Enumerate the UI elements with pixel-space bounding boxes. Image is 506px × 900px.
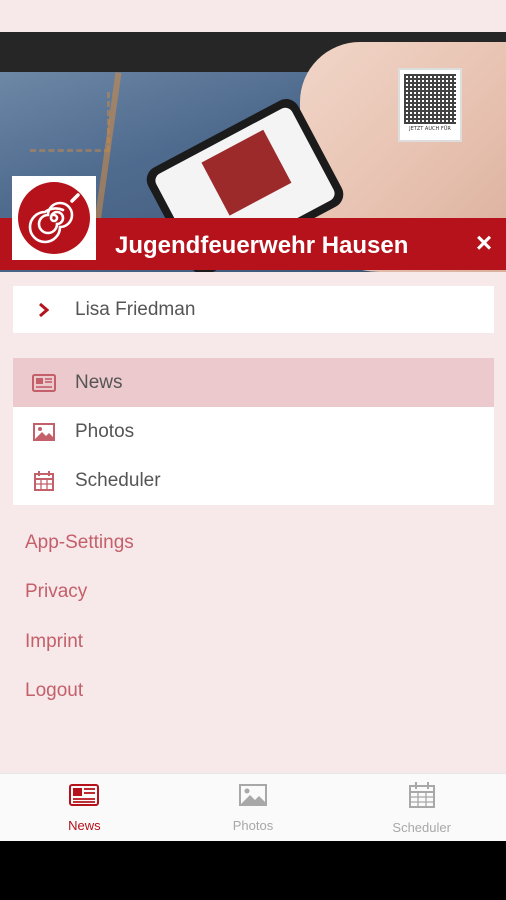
calendar-icon — [408, 781, 436, 814]
privacy-link[interactable]: Privacy — [25, 579, 134, 628]
tab-label: News — [68, 817, 101, 833]
qr-code-sticker: JETZT AUCH FÜR — [398, 68, 462, 142]
tab-photos[interactable]: Photos — [169, 774, 338, 841]
fire-hose-logo-icon — [18, 182, 90, 254]
tab-news[interactable]: News — [0, 774, 169, 841]
imprint-link[interactable]: Imprint — [25, 629, 134, 678]
hero-pocket — [30, 92, 110, 152]
qr-code-icon — [404, 74, 456, 124]
newspaper-icon — [13, 373, 75, 393]
nav-item-news[interactable]: News — [13, 358, 494, 407]
app-settings-link[interactable]: App-Settings — [25, 530, 134, 579]
nav-item-label: Scheduler — [75, 469, 161, 491]
secondary-links: App-Settings Privacy Imprint Logout — [25, 530, 134, 727]
nav-item-label: News — [75, 371, 123, 393]
nav-item-photos[interactable]: Photos — [13, 407, 494, 456]
nav-item-label: Photos — [75, 420, 135, 442]
user-name: Lisa Friedman — [75, 298, 196, 320]
user-profile-row[interactable]: Lisa Friedman — [13, 286, 494, 333]
app-logo — [12, 176, 96, 260]
nav-item-scheduler[interactable]: Scheduler — [13, 456, 494, 505]
tab-label: Photos — [232, 817, 274, 833]
logout-link[interactable]: Logout — [25, 678, 134, 727]
qr-caption: JETZT AUCH FÜR — [409, 126, 451, 132]
close-icon: × — [475, 227, 493, 258]
bottom-tab-bar: News Photos Scheduler — [0, 773, 506, 841]
image-icon — [13, 422, 75, 442]
tab-label: Scheduler — [392, 819, 451, 835]
newspaper-icon — [68, 783, 100, 812]
calendar-icon — [13, 470, 75, 492]
nav-menu: News Photos Scheduler — [13, 358, 494, 505]
app-title: Jugendfeuerwehr Hausen — [115, 232, 409, 259]
tab-scheduler[interactable]: Scheduler — [337, 774, 506, 841]
close-button[interactable]: × — [470, 227, 498, 259]
system-navigation-bar — [0, 841, 506, 900]
hero-phone-photo — [201, 129, 292, 216]
image-icon — [238, 783, 268, 812]
chevron-right-icon — [13, 302, 75, 318]
status-bar — [0, 0, 506, 32]
